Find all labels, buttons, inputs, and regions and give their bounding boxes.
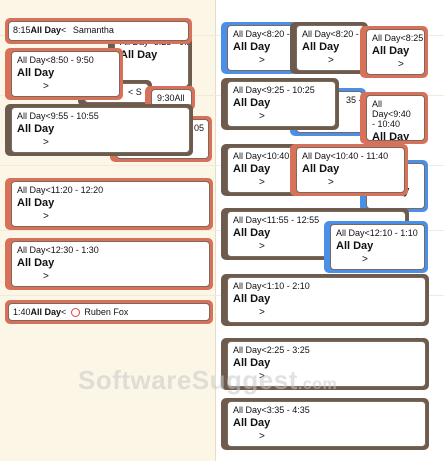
appointment-card: All Day<3:35 - 4:35 All Day > <box>227 401 426 447</box>
appointment-card: All Day<12:30 - 1:30 All Day > <box>11 241 210 287</box>
appointment-card: All Day<9:40 - 10:40 All Day <box>366 95 425 141</box>
appointment-arrow: > <box>43 81 49 92</box>
appointment-time: 1:40 <box>13 307 31 317</box>
appointment-arrow: > <box>259 307 265 318</box>
appointment-arrow: > <box>328 177 334 188</box>
watermark-text: SoftwareSuggest <box>78 365 298 395</box>
appointment-title: All Day <box>372 45 410 57</box>
appointment-block[interactable]: All Day<10:40 - 11:40 All Day > <box>290 144 408 196</box>
appointment-summary: 8:15All Day< Samantha <box>13 25 184 35</box>
appointment-block[interactable]: All Day<9:55 - 10:55 All Day > <box>5 104 193 156</box>
appointment-name: Ruben Fox <box>84 307 129 317</box>
watermark: SoftwareSuggest.com <box>78 365 337 396</box>
appointment-block[interactable]: All Day<8:20 - All Day > <box>290 22 368 74</box>
appointment-time: All Day<8:25 - 9:25 <box>372 33 424 43</box>
appointment-card: All Day<1:10 - 2:10 All Day > <box>227 277 426 323</box>
lt-marker: < <box>61 25 67 35</box>
appointment-title: All Day <box>233 417 271 429</box>
appointment-time: All Day<8:20 - <box>302 29 359 39</box>
appointment-block[interactable]: All Day<3:35 - 4:35 All Day > <box>221 398 429 450</box>
appointment-arrow: > <box>328 55 334 66</box>
appointment-title: All Day <box>372 131 410 141</box>
appointment-title: All Day <box>302 163 340 175</box>
appointment-arrow: > <box>398 59 404 70</box>
appointment-block[interactable]: All Day<9:25 - 10:25 All Day > <box>221 78 339 130</box>
appointment-block[interactable]: 1:40All Day< Ruben Fox <box>5 300 213 324</box>
appointment-card: 1:40All Day< Ruben Fox <box>8 303 210 321</box>
all-day-label: All Day <box>30 25 62 35</box>
appointment-block[interactable]: All Day<12:10 - 1:10 All Day > <box>324 221 428 273</box>
appointment-block[interactable]: All Day<1:10 - 2:10 All Day > <box>221 274 429 326</box>
appointment-block[interactable]: 8:15All Day< Samantha <box>5 18 192 44</box>
appointment-title: All Day <box>17 67 55 79</box>
lt-marker: < <box>61 307 67 317</box>
appointment-time: All Day<9:40 - 10:40 <box>372 99 411 129</box>
appointment-card: All Day<8:25 - 9:25 All Day > <box>366 29 425 75</box>
appointment-time: 8:15 <box>13 25 31 35</box>
appointment-card: All Day<12:10 - 1:10 All Day > <box>330 224 425 270</box>
appointment-time: All Day<10:40 - 11:40 <box>302 151 389 161</box>
appointment-title: All Day <box>17 197 55 209</box>
appointment-card: All Day<8:20 - All Day > <box>296 25 365 71</box>
appointment-arrow: > <box>43 271 49 282</box>
appointment-time: All Day<8:50 - 9:50 <box>17 55 94 65</box>
appointment-time: 05 <box>194 123 205 133</box>
appointment-time: All Day<1:10 - 2:10 <box>233 281 310 291</box>
appointment-arrow: > <box>259 431 265 442</box>
appointment-time: All Day<9:25 - 10:25 <box>233 85 315 95</box>
appointment-block[interactable]: All Day<9:40 - 10:40 All Day <box>360 92 428 144</box>
appointment-arrow: > <box>43 137 49 148</box>
appointment-time: All Day<12:10 - 1:10 <box>336 228 418 238</box>
appointment-time: All Day<8:20 - <box>233 29 290 39</box>
watermark-suffix: .com <box>297 376 338 393</box>
appointment-block[interactable]: All Day<8:25 - 9:25 All Day > <box>360 26 428 78</box>
appointment-arrow: > <box>362 254 368 265</box>
appointment-arrow: > <box>259 55 265 66</box>
appointment-title: All Day <box>233 163 271 175</box>
all-day-label: All Day <box>30 307 62 317</box>
appointment-time: All Day<11:20 - 12:20 <box>17 185 104 195</box>
appointment-summary: 1:40All Day< Ruben Fox <box>13 307 205 318</box>
appointment-card: All Day<9:55 - 10:55 All Day > <box>11 107 190 153</box>
appointment-title: All Day <box>302 41 340 53</box>
appointment-time: < S <box>128 87 142 97</box>
appointment-block[interactable]: All Day<12:30 - 1:30 All Day > <box>5 238 213 290</box>
appointment-title: All Day <box>233 293 271 305</box>
appointment-title: All Day <box>17 123 55 135</box>
appointment-title: All Day <box>233 41 271 53</box>
appointment-time: All Day<10:40 - <box>233 151 295 161</box>
person-icon <box>70 308 80 318</box>
appointment-title: All Day <box>120 49 158 61</box>
appointment-card: 8:15All Day< Samantha <box>8 21 189 41</box>
appointment-block[interactable]: All Day<8:20 - All Day > <box>221 22 297 74</box>
appointment-card: All Day<10:40 - 11:40 All Day > <box>296 147 405 193</box>
appointment-time: 35 - <box>346 95 362 105</box>
appointment-name: Samantha <box>72 25 114 35</box>
appointment-card: All Day<9:25 - 10:25 All Day > <box>227 81 336 127</box>
appointment-time: All Day<12:30 - 1:30 <box>17 245 99 255</box>
appointment-card: All Day<11:20 - 12:20 All Day > <box>11 181 210 227</box>
appointment-time: All Day<2:25 - 3:25 <box>233 345 310 355</box>
appointment-arrow: > <box>43 211 49 222</box>
appointment-title: All Day <box>233 97 271 109</box>
appointment-card: All Day<8:20 - All Day > <box>227 25 294 71</box>
appointment-time: All Day<3:35 - 4:35 <box>233 405 310 415</box>
appointment-title: All Day <box>17 257 55 269</box>
appointment-block[interactable]: All Day<8:50 - 9:50 All Day > <box>5 48 123 100</box>
appointment-time: 9:30All <box>157 93 185 103</box>
appointment-card: All Day<8:50 - 9:50 All Day > <box>11 51 120 97</box>
appointment-time: All Day<9:55 - 10:55 <box>17 111 99 121</box>
appointment-block[interactable]: All Day<11:20 - 12:20 All Day > <box>5 178 213 230</box>
appointment-title: All Day <box>336 240 374 252</box>
appointment-arrow: > <box>259 111 265 122</box>
